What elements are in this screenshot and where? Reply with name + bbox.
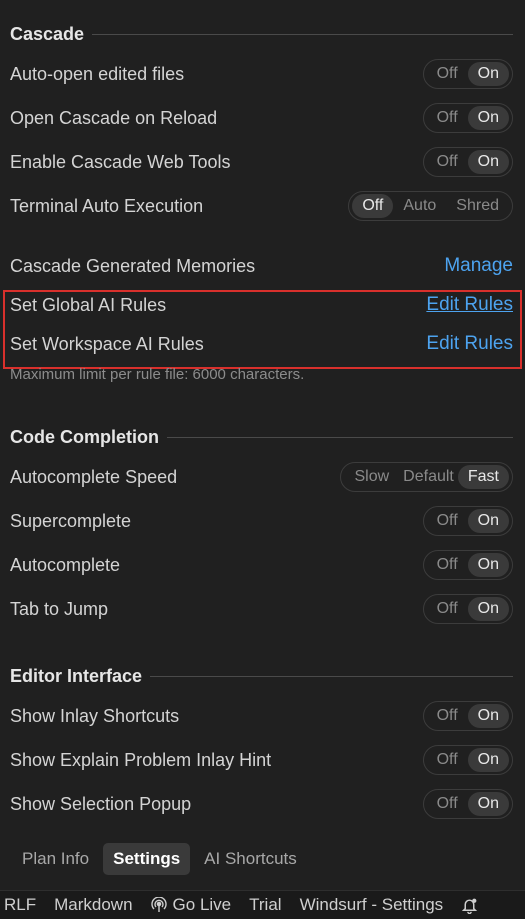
code-completion-section-header: Code Completion [10,427,513,448]
selection-popup-row: Show Selection Popup Off On [10,787,513,821]
supercomplete-toggle[interactable]: Off On [422,506,513,536]
setting-label: Set Global AI Rules [10,294,167,315]
setting-label: Supercomplete [10,510,132,531]
toggle-off-option[interactable]: Off [427,748,468,772]
go-live-button[interactable]: Go Live [142,895,241,915]
toggle-auto-option[interactable]: Auto [393,194,446,218]
setting-label: Set Workspace AI Rules [10,333,204,354]
explain-problem-row: Show Explain Problem Inlay Hint Off On [10,743,513,777]
setting-label: Tab to Jump [10,598,109,619]
setting-label: Show Explain Problem Inlay Hint [10,749,272,770]
tab-ai-shortcuts[interactable]: AI Shortcuts [194,843,307,875]
edit-global-rules-link[interactable]: Edit Rules [426,294,513,316]
go-live-label: Go Live [172,895,232,914]
selection-popup-toggle[interactable]: Off On [422,789,513,819]
toggle-off-option[interactable]: Off [427,106,468,130]
divider [150,676,513,677]
divider [167,437,513,438]
toggle-off-option[interactable]: Off [427,62,468,86]
windsurf-settings-item[interactable]: Windsurf - Settings [291,895,453,915]
divider [92,34,513,35]
setting-label: Auto-open edited files [10,63,185,84]
setting-label: Terminal Auto Execution [10,195,204,216]
toggle-off-option[interactable]: Off [427,792,468,816]
toggle-off-option[interactable]: Off [427,553,468,577]
autocomplete-speed-toggle[interactable]: Slow Default Fast [340,462,513,492]
setting-label: Open Cascade on Reload [10,107,218,128]
editor-interface-section-header: Editor Interface [10,666,513,687]
section-title: Code Completion [10,427,159,447]
manage-memories-link[interactable]: Manage [444,255,513,277]
bell-icon [462,898,478,914]
bottom-tab-bar: Plan Info Settings AI Shortcuts [12,843,307,875]
language-mode[interactable]: Markdown [45,895,141,915]
status-bar: RLF Markdown Go Live Trial Windsurf - Se… [0,890,525,919]
rule-limit-note: Maximum limit per rule file: 6000 charac… [10,366,305,383]
toggle-off-option[interactable]: Off [352,194,394,218]
tab-to-jump-row: Tab to Jump Off On [10,592,513,626]
section-title: Cascade [10,24,85,44]
toggle-slow-option[interactable]: Slow [344,465,399,489]
toggle-fast-option[interactable]: Fast [457,465,509,489]
setting-label: Enable Cascade Web Tools [10,151,231,172]
section-title: Editor Interface [10,666,143,686]
autocomplete-speed-row: Autocomplete Speed Slow Default Fast [10,460,513,494]
open-on-reload-toggle[interactable]: Off On [422,103,513,133]
toggle-on-option[interactable]: On [467,509,509,533]
toggle-on-option[interactable]: On [467,597,509,621]
setting-label: Autocomplete Speed [10,466,178,487]
auto-open-toggle[interactable]: Off On [422,59,513,89]
toggle-on-option[interactable]: On [467,792,509,816]
memories-row: Cascade Generated Memories Manage [10,249,513,283]
terminal-execution-toggle[interactable]: Off Auto Shred [348,191,513,221]
web-tools-row: Enable Cascade Web Tools Off On [10,145,513,179]
web-tools-toggle[interactable]: Off On [422,147,513,177]
broadcast-icon [150,897,167,912]
tab-plan-info[interactable]: Plan Info [12,843,99,875]
cascade-section-header: Cascade [10,24,513,45]
toggle-off-option[interactable]: Off [427,704,468,728]
toggle-on-option[interactable]: On [467,62,509,86]
workspace-rules-row: Set Workspace AI Rules Edit Rules [10,327,513,361]
toggle-off-option[interactable]: Off [427,509,468,533]
supercomplete-row: Supercomplete Off On [10,504,513,538]
tab-settings[interactable]: Settings [103,843,191,875]
inlay-shortcuts-toggle[interactable]: Off On [422,701,513,731]
inlay-shortcuts-row: Show Inlay Shortcuts Off On [10,699,513,733]
open-on-reload-row: Open Cascade on Reload Off On [10,101,513,135]
setting-label: Autocomplete [10,554,121,575]
setting-label: Show Selection Popup [10,793,192,814]
setting-label: Show Inlay Shortcuts [10,705,180,726]
notifications-button[interactable] [452,897,487,914]
toggle-on-option[interactable]: On [467,748,509,772]
global-rules-row: Set Global AI Rules Edit Rules [10,288,513,322]
toggle-on-option[interactable]: On [467,150,509,174]
toggle-on-option[interactable]: On [467,704,509,728]
toggle-shred-option[interactable]: Shred [446,194,509,218]
toggle-on-option[interactable]: On [467,106,509,130]
toggle-off-option[interactable]: Off [427,150,468,174]
setting-label: Cascade Generated Memories [10,255,256,276]
autocomplete-row: Autocomplete Off On [10,548,513,582]
autocomplete-toggle[interactable]: Off On [422,550,513,580]
toggle-default-option[interactable]: Default [399,465,458,489]
auto-open-row: Auto-open edited files Off On [10,57,513,91]
terminal-execution-row: Terminal Auto Execution Off Auto Shred [10,189,513,223]
edit-workspace-rules-link[interactable]: Edit Rules [426,333,513,355]
line-ending-indicator[interactable]: RLF [0,895,45,915]
tab-to-jump-toggle[interactable]: Off On [422,594,513,624]
toggle-off-option[interactable]: Off [427,597,468,621]
explain-problem-toggle[interactable]: Off On [422,745,513,775]
toggle-on-option[interactable]: On [467,553,509,577]
trial-badge[interactable]: Trial [240,895,290,915]
